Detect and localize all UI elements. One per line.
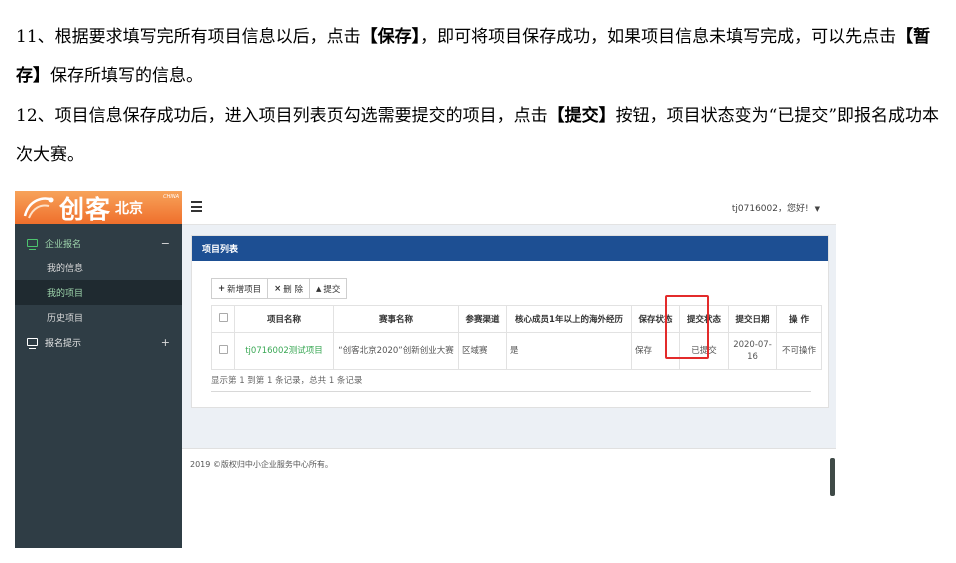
sidebar: 企业报名 − 我的信息 我的项目 历史项目 报名提示 +: [15, 224, 182, 548]
sidebar-group-registration[interactable]: 企业报名 −: [15, 231, 182, 255]
add-project-label: 新增项目: [227, 284, 262, 295]
table-header-row: 项目名称 赛事名称 参赛渠道 核心成员1年以上的海外经历 保存状态 提交状态 提…: [211, 305, 822, 333]
table-row: tj0716002测试项目 “创客北京2020”创新创业大赛 区域赛 是 保存 …: [211, 332, 822, 370]
footer: 2019 ©版权归中小企业服务中心所有。: [182, 448, 836, 548]
sidebar-group-label: 报名提示: [45, 338, 82, 349]
copyright: 2019 ©版权归中小企业服务中心所有。: [190, 460, 333, 469]
collapse-icon[interactable]: −: [161, 237, 170, 250]
submit-date-cell: 2020-07-16: [728, 332, 777, 370]
step11-text-a: 11、根据要求填写完所有项目信息以后，点击: [16, 27, 361, 47]
sidebar-item-label: 我的信息: [47, 264, 84, 274]
user-greeting: tj0716002，您好!: [731, 204, 809, 214]
step11-text-b: ，即可将项目保存成功，如果项目信息未填写完成，可以先点击: [420, 27, 897, 47]
project-name-link[interactable]: tj0716002测试项目: [234, 332, 334, 370]
overseas-cell: 是: [506, 332, 632, 370]
sidebar-group-tips[interactable]: 报名提示 +: [15, 330, 182, 354]
sidebar-group-label: 企业报名: [45, 239, 82, 250]
step12-text-a: 12、项目信息保存成功后，进入项目列表页勾选需要提交的项目，点击: [16, 106, 548, 126]
expand-icon[interactable]: +: [161, 336, 170, 349]
upload-icon: ▲: [315, 284, 322, 293]
logo[interactable]: 创客 北京 CHINA: [15, 191, 182, 224]
contest-name-cell: “创客北京2020”创新创业大赛: [333, 332, 459, 370]
channel-cell: 区域赛: [458, 332, 507, 370]
panel-title: 项目列表: [192, 236, 828, 261]
logo-brand: 创客: [59, 194, 112, 224]
sidebar-item-my-projects[interactable]: 我的项目: [15, 280, 182, 305]
col-overseas[interactable]: 核心成员1年以上的海外经历: [506, 305, 632, 333]
app-screenshot: 创客 北京 CHINA 企业报名 − 我的信息 我的项目 历史项目 报名提示 +…: [15, 191, 836, 548]
select-all-cell[interactable]: [211, 305, 235, 333]
project-table: 项目名称 赛事名称 参赛渠道 核心成员1年以上的海外经历 保存状态 提交状态 提…: [211, 305, 822, 370]
sidebar-item-label: 历史项目: [47, 314, 84, 324]
caret-down-icon: ▼: [814, 205, 820, 213]
select-all-checkbox[interactable]: [218, 313, 228, 322]
delete-button[interactable]: × 删 除: [267, 278, 310, 299]
col-contest-name[interactable]: 赛事名称: [333, 305, 459, 333]
toolbar: + 新增项目 × 删 除 ▲ 提交: [211, 278, 348, 299]
row-checkbox[interactable]: [218, 344, 228, 354]
instruction-step-12: 12、项目信息保存成功后，进入项目列表页勾选需要提交的项目，点击【提交】按钮，项…: [16, 97, 946, 175]
col-submit-date[interactable]: 提交日期: [728, 305, 777, 333]
scrollbar-thumb[interactable]: [830, 458, 835, 496]
add-project-button[interactable]: + 新增项目: [211, 278, 269, 299]
pagination-info: 显示第 1 到第 1 条记录，总共 1 条记录: [211, 376, 363, 386]
logo-city: 北京: [115, 200, 144, 217]
plus-icon: +: [218, 283, 226, 294]
logo-swirl-icon: [23, 197, 54, 219]
sidebar-item-history[interactable]: 历史项目: [15, 305, 182, 330]
sidebar-item-my-info[interactable]: 我的信息: [15, 255, 182, 280]
logo-tag: CHINA: [163, 194, 179, 200]
menu-toggle-icon[interactable]: [191, 201, 202, 215]
user-menu[interactable]: tj0716002，您好! ▼: [732, 201, 820, 214]
delete-label: 删 除: [283, 284, 303, 295]
col-project-name[interactable]: 项目名称: [234, 305, 334, 333]
step11-text-c: 保存所填写的信息。: [50, 66, 203, 86]
col-actions: 操 作: [776, 305, 822, 333]
row-select-cell[interactable]: [211, 332, 235, 370]
top-bar: tj0716002，您好! ▼: [182, 191, 836, 225]
close-icon: ×: [274, 283, 282, 294]
monitor-icon: [27, 239, 38, 250]
monitor-icon: [27, 338, 38, 349]
submit-button[interactable]: ▲ 提交: [308, 278, 348, 299]
project-list-panel: 项目列表 + 新增项目 × 删 除 ▲ 提交 项目名称 赛事名称 参赛渠道 核心成员1…: [191, 235, 829, 408]
step11-save-label: 【保存】: [360, 27, 421, 47]
step12-submit-label: 【提交】: [547, 106, 616, 126]
submit-label: 提交: [323, 284, 341, 295]
col-channel[interactable]: 参赛渠道: [458, 305, 507, 333]
divider: [211, 391, 811, 392]
sidebar-item-label: 我的项目: [47, 289, 84, 299]
instruction-step-11: 11、根据要求填写完所有项目信息以后，点击【保存】，即可将项目保存成功，如果项目…: [16, 18, 946, 96]
action-cell: 不可操作: [776, 332, 822, 370]
submit-status-highlight: [665, 295, 709, 359]
